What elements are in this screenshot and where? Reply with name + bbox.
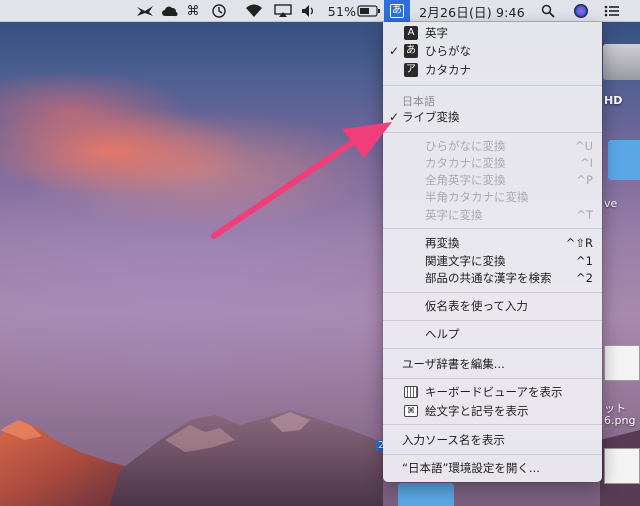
menu-item-edit-user-dictionary[interactable]: ユーザ辞書を編集... xyxy=(383,355,602,373)
menu-item-to-halfwidth-katakana: 半角カタカナに変換 xyxy=(383,188,602,206)
menu-item-to-hiragana: ひらがなに変換 ^U xyxy=(383,137,602,155)
checkmark-icon: ✓ xyxy=(389,44,400,58)
menu-item-kana-table[interactable]: 仮名表を使って入力 xyxy=(383,297,602,315)
screenshot-thumbnail-2[interactable] xyxy=(604,448,640,484)
menu-separator xyxy=(383,132,602,133)
menu-item-label: 英字 xyxy=(425,26,448,40)
menu-item-open-japanese-prefs[interactable]: “日本語”環境設定を開く... xyxy=(383,459,602,477)
menu-item-label: ユーザ辞書を編集... xyxy=(402,357,505,371)
menu-separator xyxy=(383,378,602,379)
drive-label: HD xyxy=(604,94,623,107)
battery-percent: 51% xyxy=(327,3,357,19)
folder-icon[interactable] xyxy=(608,140,640,180)
spotlight-icon[interactable] xyxy=(536,0,560,22)
desktop-fragment-png: 6.png xyxy=(604,414,636,427)
menu-item-to-alpha: 英字に変換 ^T xyxy=(383,206,602,224)
cloud-icon[interactable] xyxy=(158,0,182,22)
keyboard-icon xyxy=(404,386,418,398)
menu-item-label: 部品の共通な漢字を検索 xyxy=(425,271,552,285)
menu-item-label: 再変換 xyxy=(425,236,460,250)
input-source-dropdown: A 英字 ✓ あ ひらがな ア カタカナ 日本語 ✓ ライブ変換 ひらがなに変換… xyxy=(383,22,602,482)
menu-item-label: ひらがなに変換 xyxy=(425,139,506,153)
menu-item-shortcut: ^U xyxy=(574,139,593,153)
desktop-fragment-ve: ve xyxy=(604,197,618,210)
menu-item-label: 仮名表を使って入力 xyxy=(425,299,528,313)
drive-icon[interactable] xyxy=(603,44,640,80)
emoji-symbols-icon: ⌘ xyxy=(404,405,418,417)
menu-item-shortcut: ^T xyxy=(576,208,593,222)
input-source-menu-button[interactable]: あ xyxy=(384,0,410,22)
menu-item-emoji-symbols[interactable]: ⌘ 絵文字と記号を表示 xyxy=(383,402,602,420)
menu-item-label: 絵文字と記号を表示 xyxy=(425,404,529,418)
menu-item-keyboard-viewer[interactable]: キーボードビューアを表示 xyxy=(383,383,602,401)
menu-item-related-chars[interactable]: 関連文字に変換 ^1 xyxy=(383,252,602,270)
menu-item-eiji[interactable]: A 英字 xyxy=(383,24,602,42)
menu-item-shortcut: ^2 xyxy=(576,271,593,285)
menu-item-reconvert[interactable]: 再変換 ^⇧R xyxy=(383,234,602,252)
menu-item-shortcut: ^I xyxy=(579,156,593,170)
hiragana-icon: あ xyxy=(390,4,404,18)
menu-item-label: “日本語”環境設定を開く... xyxy=(402,461,540,475)
menu-item-to-katakana: カタカナに変換 ^I xyxy=(383,154,602,172)
menu-separator xyxy=(383,348,602,349)
menu-item-hiragana[interactable]: ✓ あ ひらがな xyxy=(383,42,602,60)
menu-item-label: ひらがな xyxy=(425,44,471,58)
menu-item-to-fullwidth-alpha: 全角英字に変換 ^P xyxy=(383,171,602,189)
hiragana-icon: あ xyxy=(404,44,418,58)
time-machine-icon[interactable] xyxy=(207,0,231,22)
menu-item-label: カタカナ xyxy=(425,63,471,77)
menu-separator xyxy=(383,454,602,455)
menu-item-label: 関連文字に変換 xyxy=(425,254,506,268)
airplay-icon[interactable] xyxy=(272,0,294,22)
menu-item-common-kanji-search[interactable]: 部品の共通な漢字を検索 ^2 xyxy=(383,269,602,287)
volume-icon[interactable] xyxy=(298,0,320,22)
notification-center-icon[interactable] xyxy=(600,0,624,22)
menu-separator xyxy=(383,85,602,86)
menu-item-label: ライブ変換 xyxy=(402,110,460,124)
menu-item-live-conversion[interactable]: ✓ ライブ変換 xyxy=(383,108,602,126)
menubar-clock[interactable]: 2月26日(日) 9:46 xyxy=(418,0,526,22)
menu-bar: ⌘ 51% あ 2月26日(日) 9:46 xyxy=(0,0,640,22)
battery-icon[interactable] xyxy=(356,0,382,22)
screenshot-thumbnail[interactable] xyxy=(604,345,640,381)
menu-separator xyxy=(383,292,602,293)
menu-item-help[interactable]: ヘルプ xyxy=(383,325,602,343)
menu-item-shortcut: ^⇧R xyxy=(565,236,593,250)
menu-item-label: 半角カタカナに変換 xyxy=(425,190,529,204)
menu-item-show-source-name[interactable]: 入力ソース名を表示 xyxy=(383,431,602,449)
menu-item-label: 英字に変換 xyxy=(425,208,483,222)
section-header-japanese: 日本語 xyxy=(402,95,435,108)
menu-item-label: ヘルプ xyxy=(425,327,460,341)
menu-item-label: カタカナに変換 xyxy=(425,156,506,170)
siri-icon[interactable] xyxy=(569,0,593,22)
menu-item-label: 全角英字に変換 xyxy=(425,173,506,187)
katakana-icon: ア xyxy=(404,63,418,77)
menu-item-katakana[interactable]: ア カタカナ xyxy=(383,61,602,79)
menu-separator xyxy=(383,424,602,425)
menu-item-shortcut: ^P xyxy=(576,173,593,187)
menu-item-label: キーボードビューアを表示 xyxy=(425,385,563,399)
eiji-icon: A xyxy=(404,26,418,40)
wing-icon[interactable] xyxy=(133,0,157,22)
command-icon[interactable]: ⌘ xyxy=(183,0,203,22)
menu-item-label: 入力ソース名を表示 xyxy=(402,433,505,447)
menu-separator xyxy=(383,320,602,321)
menu-separator xyxy=(383,228,602,229)
menu-item-shortcut: ^1 xyxy=(576,254,593,268)
folder-icon-bottom[interactable] xyxy=(398,483,454,506)
checkmark-icon: ✓ xyxy=(389,110,400,124)
wifi-icon[interactable] xyxy=(242,0,266,22)
